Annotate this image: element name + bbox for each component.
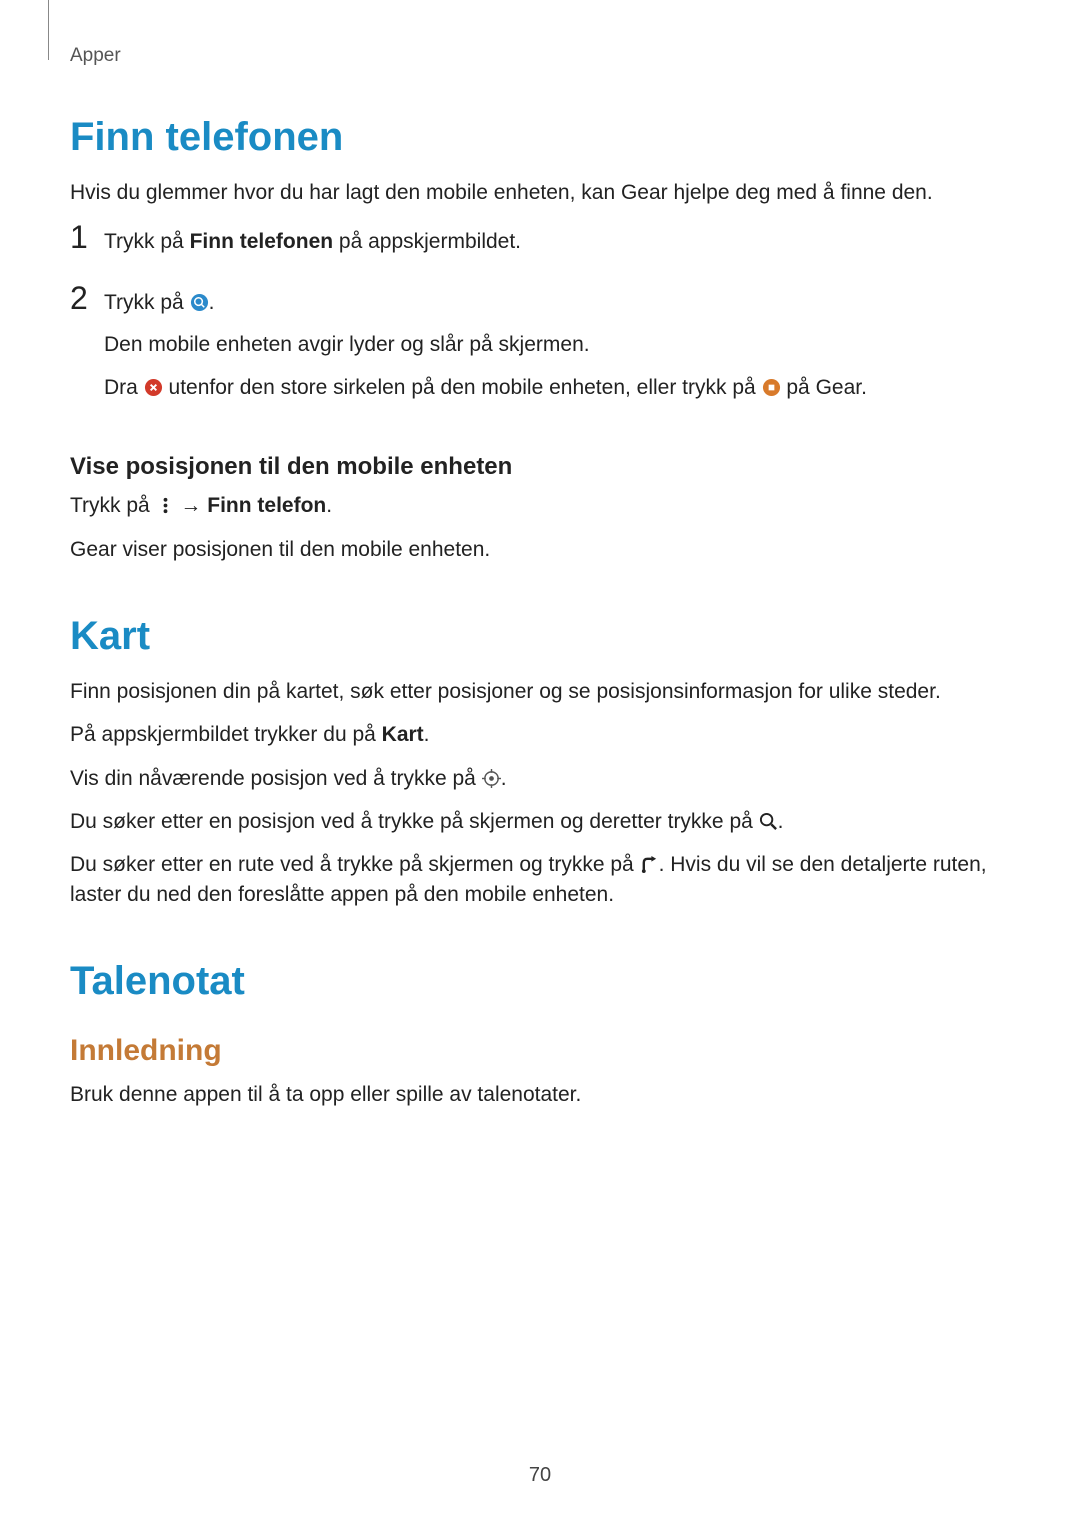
maps-p4-a: Du søker etter en posisjon ved å trykke … (70, 810, 759, 833)
step1-text-a: Trykk på (104, 230, 190, 253)
findphone-sub-p2: Gear viser posisjonen til den mobile enh… (70, 535, 1010, 564)
sub-p1-bold: Finn telefon (207, 494, 326, 517)
section-title-voicememo: Talenotat (70, 959, 1010, 1004)
findphone-intro: Hvis du glemmer hvor du har lagt den mob… (70, 178, 1010, 207)
voicememo-p1: Bruk denne appen til å ta opp eller spil… (70, 1080, 1010, 1109)
maps-p2-end: . (424, 723, 430, 746)
arrow: → (175, 494, 208, 517)
my-location-icon (482, 769, 501, 788)
locate-start-icon (190, 293, 209, 312)
step2-line3-a: Dra (104, 376, 144, 399)
directions-icon (640, 855, 659, 874)
more-options-icon (156, 496, 175, 515)
voicememo-sub: Innledning (70, 1034, 1010, 1068)
stop-gear-icon (762, 378, 781, 397)
margin-rule (48, 0, 49, 60)
maps-p3-a: Vis din nåværende posisjon ved å trykke … (70, 767, 482, 790)
page-number: 70 (0, 1464, 1080, 1487)
step-1: 1 Trykk på Finn telefonen på appskjermbi… (70, 221, 1010, 269)
findphone-sub-p1: Trykk på → Finn telefon. (70, 491, 1010, 520)
step2-line2: Den mobile enheten avgir lyder og slår p… (104, 330, 1010, 360)
step2-text-a: Trykk på (104, 291, 190, 314)
step2-line3-b: utenfor den store sirkelen på den mobile… (163, 376, 762, 399)
maps-p3: Vis din nåværende posisjon ved å trykke … (70, 764, 1010, 793)
maps-p5: Du søker etter en rute ved å trykke på s… (70, 850, 1010, 909)
findphone-sub-title: Vise posisjonen til den mobile enheten (70, 453, 1010, 481)
step1-text-c: på appskjermbildet. (333, 230, 521, 253)
maps-p5-a: Du søker etter en rute ved å trykke på s… (70, 853, 640, 876)
sub-p1-end: . (326, 494, 332, 517)
maps-p2-bold: Kart (382, 723, 424, 746)
sub-p1-a: Trykk på (70, 494, 156, 517)
header-category: Apper (70, 45, 1010, 67)
maps-p3-end: . (501, 767, 507, 790)
step-number: 2 (70, 282, 104, 316)
maps-p2-a: På appskjermbildet trykker du på (70, 723, 382, 746)
step-2: 2 Trykk på . Den mobile enheten avgir ly… (70, 282, 1010, 415)
step-number: 1 (70, 221, 104, 255)
step1-bold: Finn telefonen (190, 230, 334, 253)
manual-page: Apper Finn telefonen Hvis du glemmer hvo… (0, 0, 1080, 1527)
step2-line3-c: på Gear. (781, 376, 867, 399)
maps-p4: Du søker etter en posisjon ved å trykke … (70, 807, 1010, 836)
maps-p1: Finn posisjonen din på kartet, søk etter… (70, 677, 1010, 706)
section-title-maps: Kart (70, 614, 1010, 659)
search-icon (759, 812, 778, 831)
step2-text-b: . (209, 291, 215, 314)
maps-p4-end: . (778, 810, 784, 833)
dismiss-phone-icon (144, 378, 163, 397)
section-title-find-phone: Finn telefonen (70, 115, 1010, 160)
maps-p2: På appskjermbildet trykker du på Kart. (70, 720, 1010, 749)
